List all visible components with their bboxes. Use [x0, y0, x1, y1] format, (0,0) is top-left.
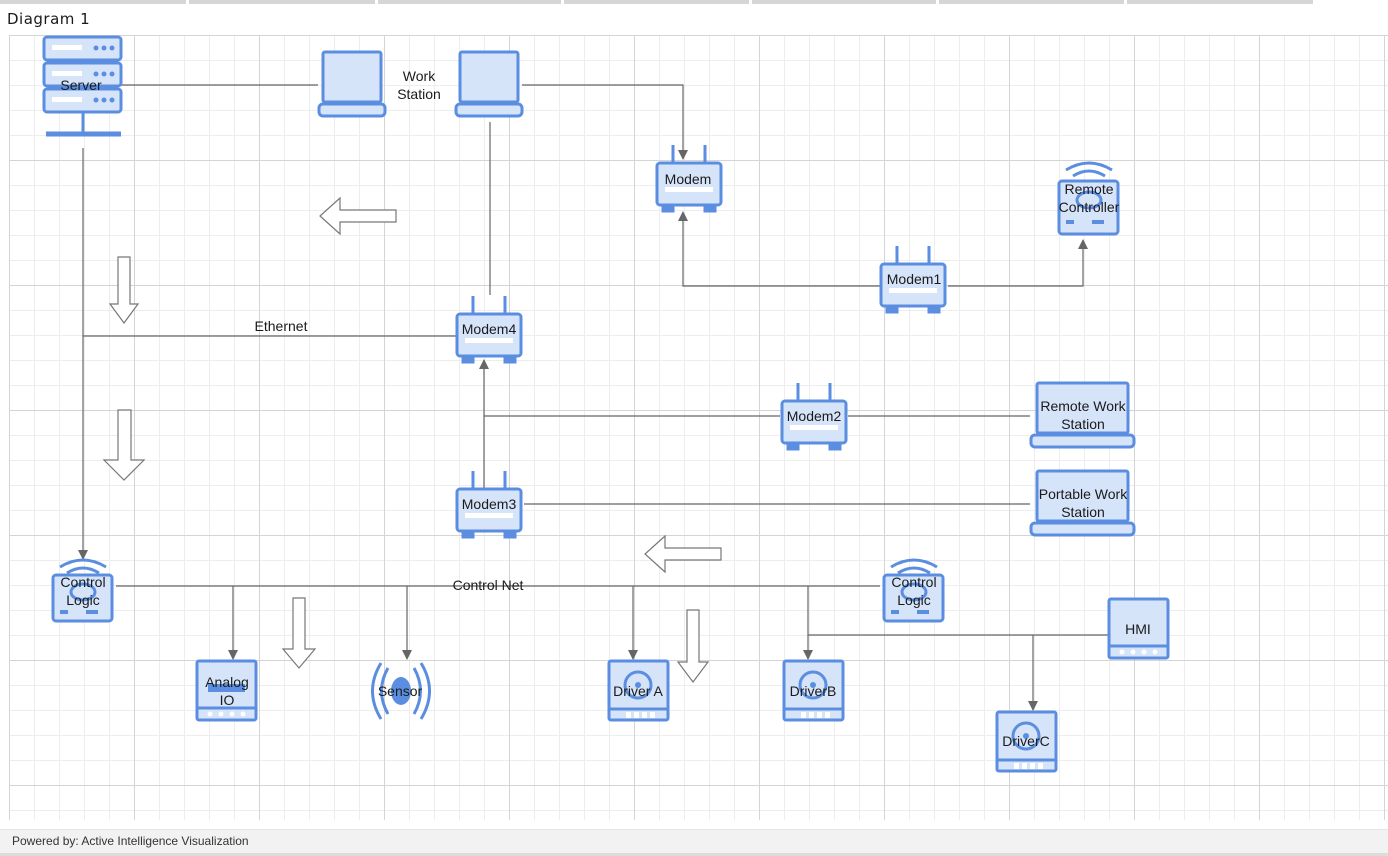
laptop-icon[interactable]	[317, 50, 387, 118]
router-icon[interactable]	[455, 471, 523, 539]
server-icon[interactable]	[42, 35, 123, 137]
wireless-controller-icon[interactable]	[51, 558, 114, 623]
router-icon[interactable]	[879, 246, 947, 314]
laptop-icon[interactable]	[1029, 381, 1136, 449]
flow-arrow-down-icon	[281, 597, 317, 669]
connector-modem1-modem	[678, 211, 880, 287]
drive-icon[interactable]	[995, 710, 1058, 773]
router-icon[interactable]	[655, 145, 723, 213]
connector-workstation-modem	[522, 84, 688, 160]
laptop-icon[interactable]	[1029, 469, 1136, 537]
sensor-icon[interactable]	[371, 662, 431, 720]
router-icon[interactable]	[455, 296, 523, 364]
flow-arrow-left-icon	[319, 196, 397, 236]
wireless-controller-icon[interactable]	[882, 558, 945, 623]
flow-arrow-left-icon	[644, 534, 722, 574]
footer-credit: Powered by: Active Intelligence Visualiz…	[12, 834, 249, 848]
drive-icon[interactable]	[782, 659, 845, 722]
footer-bar: Powered by: Active Intelligence Visualiz…	[0, 829, 1388, 854]
drive-icon[interactable]	[607, 659, 670, 722]
laptop-icon[interactable]	[454, 50, 524, 118]
connector-modem1-remote-controller	[948, 239, 1088, 287]
diagram-surface[interactable]	[0, 0, 1388, 856]
flow-arrow-down-icon	[102, 409, 146, 481]
hmi-panel-icon[interactable]	[1107, 597, 1170, 660]
flow-arrow-down-icon	[108, 256, 140, 325]
connector-lines	[78, 84, 1108, 711]
io-module-icon[interactable]	[195, 659, 258, 722]
router-icon[interactable]	[780, 383, 848, 451]
flow-arrows	[102, 196, 722, 683]
flow-arrow-down-icon	[676, 609, 710, 683]
wireless-controller-icon[interactable]	[1057, 161, 1120, 236]
